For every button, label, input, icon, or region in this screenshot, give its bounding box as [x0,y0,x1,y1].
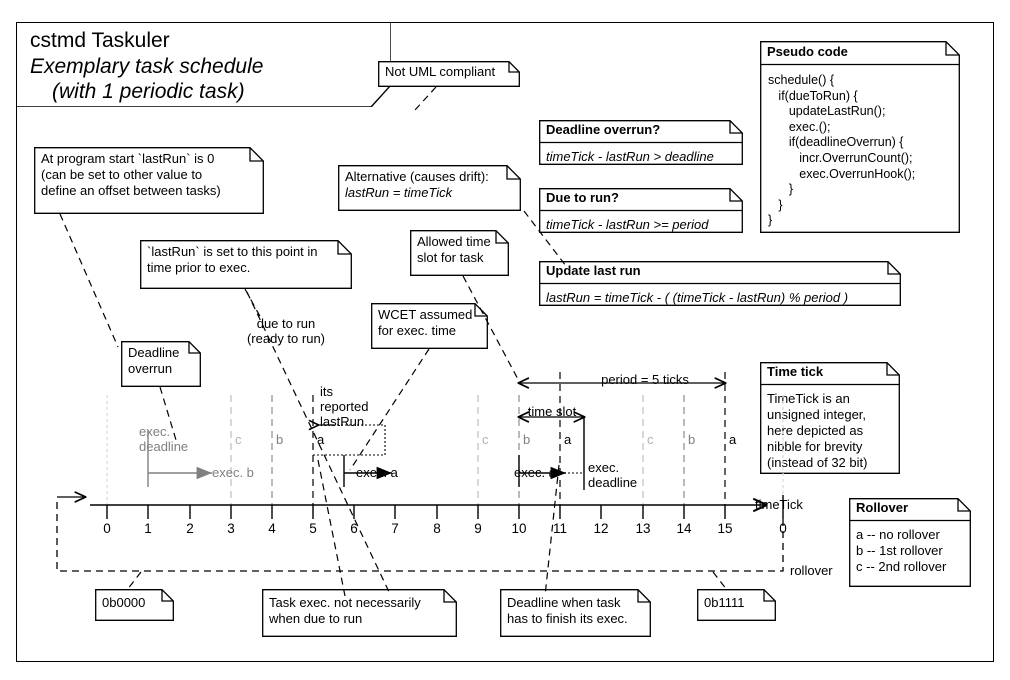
tick-label-5-5: 5 [309,521,317,536]
page-title: cstmd Taskuler [30,29,170,52]
label-exec-b: exec. b [212,465,254,480]
rollover-marker-c-0: c [235,432,242,447]
rollover-marker-a-2: a [317,432,325,447]
tick-label-0-0: 0 [103,521,111,536]
note-binary-end: 0b1111 [697,589,776,621]
note-lastrun-zero: At program start `lastRun` is 0 (can be … [34,147,264,214]
tick-label-8-8: 8 [433,521,441,536]
tick-label-7-7: 7 [391,521,399,536]
note-lastrun-point: `lastRun` is set to this point in time p… [140,240,352,289]
label-due-to-run: due to run (ready to run) [246,316,326,346]
label-exec-deadline-right: exec. deadline [588,460,638,490]
note-text: Not UML compliant [385,64,496,79]
note-text: a -- no rollover b -- 1st rollover c -- … [856,527,947,574]
note-header: Time tick [767,364,824,379]
note-time-tick: Time tick TimeTick is an unsigned intege… [760,362,900,474]
tick-label-3-3: 3 [227,521,235,536]
pseudo-code-body: schedule() { if(dueToRun) { updateLastRu… [768,73,916,228]
note-text: Alternative (causes drift): [345,169,489,184]
note-text: Deadline when task has to finish its exe… [507,595,628,626]
note-formula: lastRun = timeTick - ( (timeTick - lastR… [546,290,849,305]
tick-label-14-14: 14 [676,521,692,536]
note-text: 0b1111 [704,595,745,610]
note-formula: timeTick - lastRun >= period [546,217,709,232]
note-deadline-finish: Deadline when task has to finish its exe… [500,589,651,637]
label-its-reported-lastrun: its reported lastRun [320,384,369,429]
note-condition-due-to-run: Due to run? timeTick - lastRun >= period [539,188,743,233]
label-axis-timetick: timeTick [755,497,803,512]
label-exec-deadline-left: exec. deadline [139,424,189,454]
note-condition-deadline-overrun: Deadline overrun? timeTick - lastRun > d… [539,120,743,165]
rollover-marker-c-3: c [482,432,489,447]
label-time-slot: time slot [527,404,577,419]
diagram-canvas: cstmd Taskuler Exemplary task schedule (… [0,0,1010,680]
tick-label-15-15: 15 [717,521,733,536]
note-text: Deadline overrun [128,345,180,376]
tick-label-4-4: 4 [268,521,276,536]
note-rollover-legend: Rollover a -- no rollover b -- 1st rollo… [849,498,971,587]
label-exec-a-2: exec. a [514,465,556,480]
note-deadline-overrun-small: Deadline overrun [121,341,201,387]
label-period: period = 5 ticks [601,372,689,387]
note-header: Pseudo code [767,44,848,59]
note-text: WCET assumed for exec. time [378,307,473,338]
tick-label-1-1: 1 [144,521,152,536]
tick-label-12-12: 12 [593,521,609,536]
rollover-marker-a-8: a [729,432,737,447]
tick-label-9-9: 9 [474,521,482,536]
note-condition-update-last-run: Update last run lastRun = timeTick - ( (… [539,261,901,306]
tick-label-6-6: 6 [350,521,358,536]
rollover-marker-b-4: b [523,432,531,447]
note-formula: lastRun = timeTick [345,185,453,200]
note-not-uml-compliant: Not UML compliant [378,61,520,87]
rollover-marker-c-6: c [647,432,654,447]
note-formula: timeTick - lastRun > deadline [546,149,714,164]
note-header: Rollover [856,500,909,515]
tick-label-0-16: 0 [779,521,787,536]
tick-label-13-13: 13 [635,521,651,536]
note-text: Allowed time slot for task [417,234,491,265]
page-subtitle-1: Exemplary task schedule [30,55,264,78]
note-alternative-drift: Alternative (causes drift): lastRun = ti… [338,165,521,211]
note-task-exec: Task exec. not necessarily when due to r… [262,589,457,637]
tick-label-2-2: 2 [186,521,194,536]
tick-label-10-10: 10 [511,521,527,536]
note-pseudo-code: Pseudo code schedule() { if(dueToRun) { … [760,41,960,233]
note-header: Update last run [546,263,641,278]
diagram-title-box: cstmd Taskuler Exemplary task schedule (… [16,22,391,107]
label-exec-a-1: exec. a [356,465,398,480]
page-subtitle-2: (with 1 periodic task) [52,80,245,103]
note-text: `lastRun` is set to this point in time p… [147,244,318,275]
tick-label-11-11: 11 [552,521,567,536]
note-text: 0b0000 [102,595,146,610]
rollover-marker-b-1: b [276,432,284,447]
note-wcet: WCET assumed for exec. time [371,303,488,349]
note-text: At program start `lastRun` is 0 (can be … [41,151,221,198]
note-header: Due to run? [546,190,619,205]
rollover-marker-b-7: b [688,432,696,447]
note-text: TimeTick is an unsigned integer, here de… [767,391,868,470]
note-header: Deadline overrun? [546,122,661,137]
label-rollover: rollover [790,563,833,578]
rollover-marker-a-5: a [564,432,572,447]
note-text: Task exec. not necessarily when due to r… [269,595,421,626]
note-allowed-slot: Allowed time slot for task [410,230,509,276]
note-binary-start: 0b0000 [95,589,174,621]
